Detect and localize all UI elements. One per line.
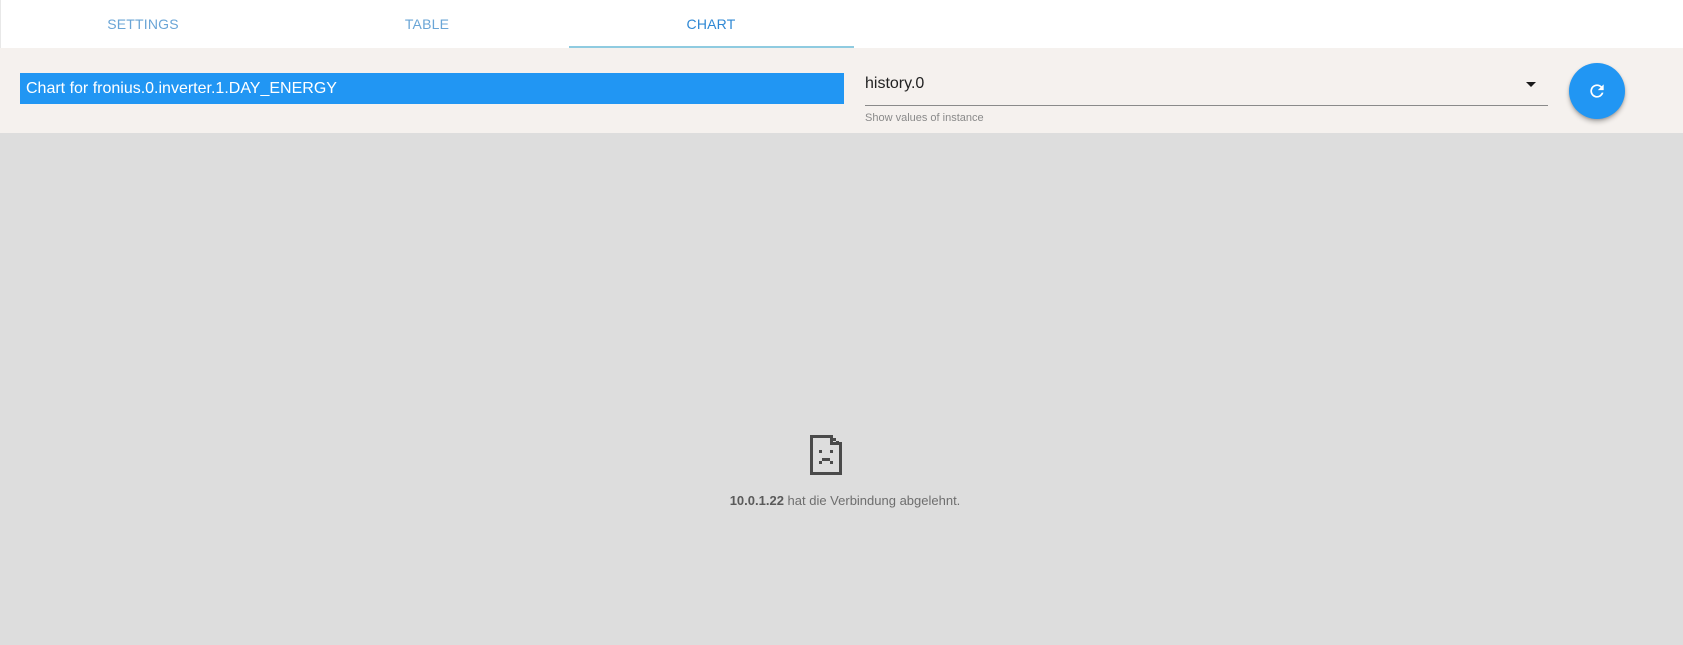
instance-select-helper: Show values of instance: [865, 112, 984, 124]
tab-settings[interactable]: SETTINGS: [1, 0, 285, 48]
chart-title-field[interactable]: Chart for fronius.0.inverter.1.DAY_ENERG…: [20, 73, 844, 104]
chart-toolbar: Chart for fronius.0.inverter.1.DAY_ENERG…: [0, 48, 1683, 133]
instance-select-value: history.0: [865, 75, 925, 92]
chart-frame: 10.0.1.22 hat die Verbindung abgelehnt.: [0, 133, 1683, 645]
connection-error-message: 10.0.1.22 hat die Verbindung abgelehnt.: [0, 493, 1683, 508]
refresh-icon: [1590, 84, 1604, 98]
error-host: 10.0.1.22: [729, 493, 784, 508]
dropdown-arrow-icon: [1526, 82, 1536, 87]
refresh-button[interactable]: [1569, 63, 1625, 119]
tab-bar: SETTINGS TABLE CHART: [0, 0, 1683, 48]
instance-select[interactable]: history.0: [865, 68, 1548, 106]
tab-chart[interactable]: CHART: [569, 0, 853, 48]
tab-table[interactable]: TABLE: [285, 0, 569, 48]
broken-page-icon: [810, 435, 842, 475]
error-message: hat die Verbindung abgelehnt.: [783, 493, 961, 508]
